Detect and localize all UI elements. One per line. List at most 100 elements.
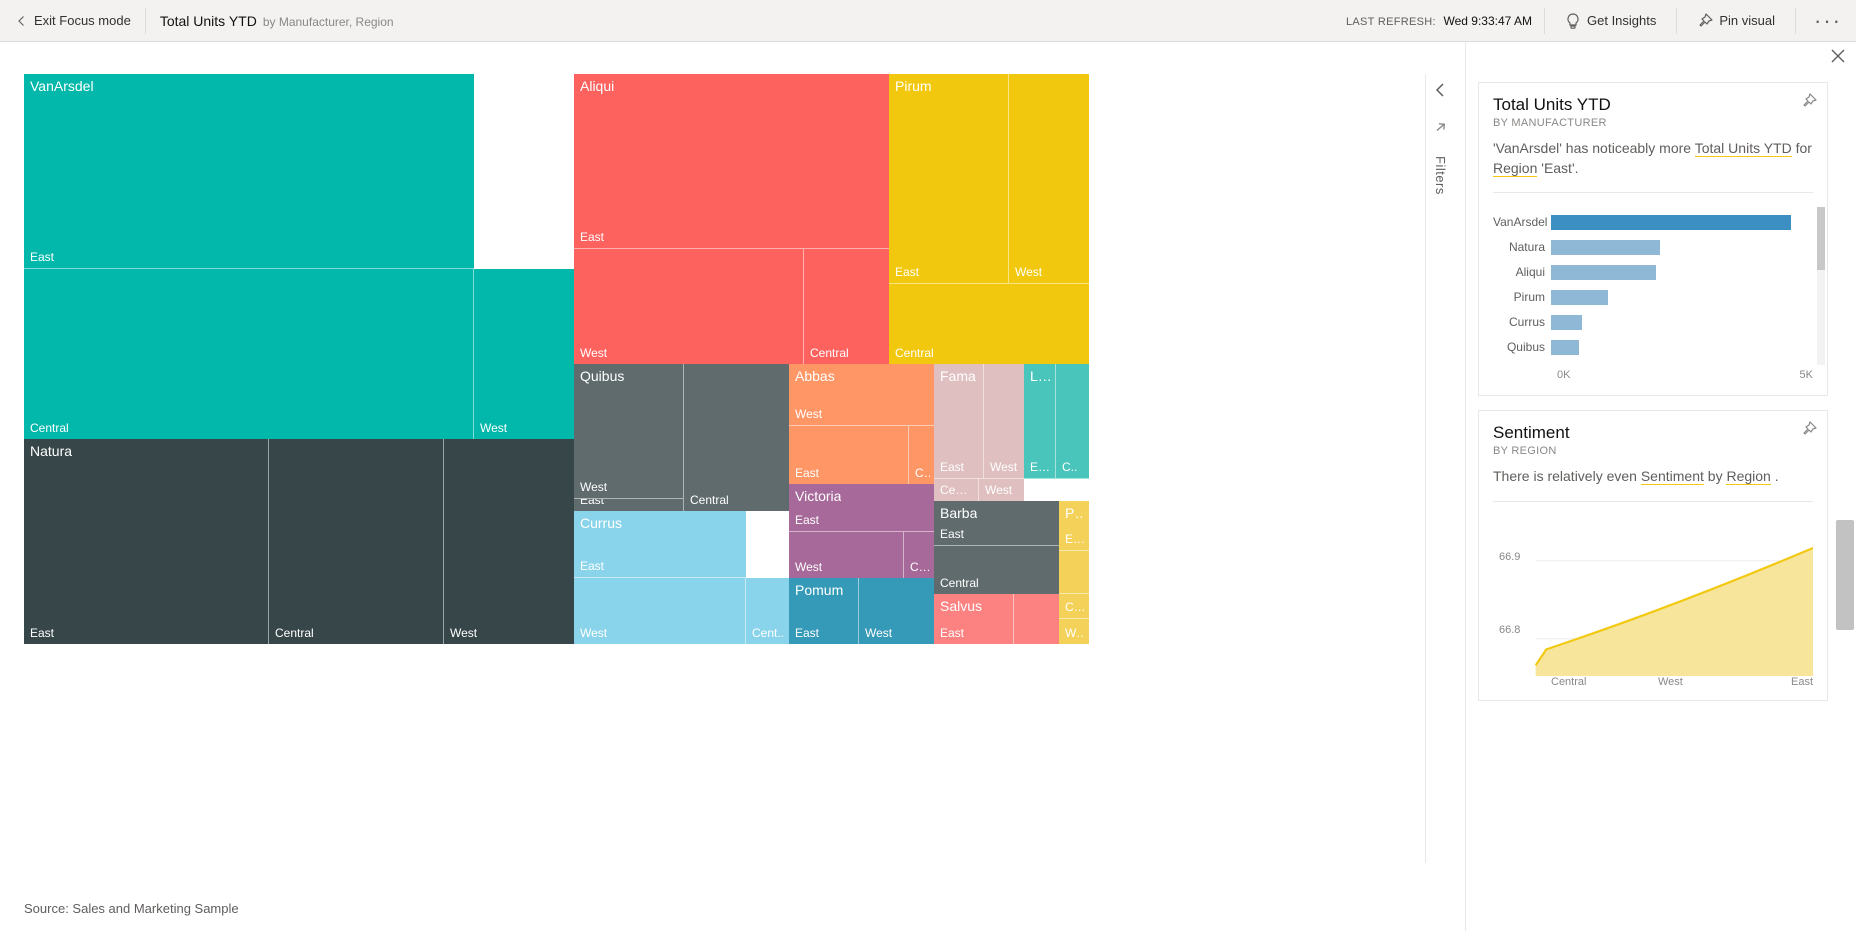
treemap-cell[interactable]: FamaEast — [934, 364, 984, 479]
treemap-cell[interactable]: East — [789, 426, 909, 484]
treemap-cell[interactable]: Cen.. — [1059, 594, 1089, 619]
treemap-visual[interactable]: VanArsdelEastCentralWestNaturaEastCentra… — [24, 74, 1425, 644]
treemap-cell[interactable]: Central — [934, 546, 1059, 594]
more-options-button[interactable]: ··· — [1808, 8, 1848, 34]
cell-region: West — [450, 626, 477, 640]
bar-fill — [1551, 240, 1660, 255]
pin-insight-button[interactable] — [1801, 93, 1817, 112]
pin-icon — [1697, 13, 1713, 29]
treemap-cell[interactable]: West — [859, 578, 934, 644]
cell-region: East — [580, 499, 604, 507]
filters-icon-button[interactable] — [1433, 119, 1449, 138]
cell-region: West — [985, 483, 1012, 497]
treemap-cell[interactable]: West — [984, 364, 1024, 479]
cell-region: East — [30, 626, 54, 640]
treemap-cell[interactable]: QuibusWest — [574, 364, 684, 499]
treemap-cell[interactable]: Cent.. — [904, 532, 934, 578]
treemap-cell[interactable]: Ce.. — [909, 426, 934, 484]
treemap-cell[interactable]: Pal..East — [1059, 501, 1089, 551]
treemap-cell[interactable]: SalvusEast — [934, 594, 1014, 644]
exit-focus-label: Exit Focus mode — [34, 13, 131, 28]
cell-region: Central — [30, 421, 69, 435]
treemap-cell[interactable]: West — [574, 578, 746, 644]
treemap-cell[interactable]: AliquiEast — [574, 74, 889, 249]
insight-card-2[interactable]: Sentiment BY REGION There is relatively … — [1478, 410, 1828, 701]
treemap-cell[interactable]: PomumEast — [789, 578, 859, 644]
insight-title: Total Units YTD — [1493, 95, 1813, 115]
cell-region: East — [795, 513, 819, 527]
visual-subtitle: by Manufacturer, Region — [263, 15, 394, 29]
treemap-cell[interactable]: Central — [684, 364, 789, 511]
divider — [1676, 8, 1677, 34]
insight-card-1[interactable]: Total Units YTD BY MANUFACTURER 'VanArsd… — [1478, 82, 1828, 396]
treemap-cell[interactable]: West — [979, 479, 1024, 501]
treemap-cell[interactable]: Natura East — [24, 439, 269, 644]
cell-region: Cent.. — [752, 626, 784, 640]
pin-visual-button[interactable]: Pin visual — [1689, 0, 1783, 41]
treemap-cell[interactable]: West — [1059, 619, 1089, 644]
treemap-cell[interactable]: CurrusEast — [574, 511, 746, 578]
treemap-cell[interactable] — [1014, 594, 1059, 644]
expand-filters-button[interactable] — [1433, 82, 1449, 101]
insight-barchart[interactable]: VanArsdelNaturaAliquiPirumCurrusQuibus — [1493, 207, 1813, 365]
cell-region: West — [865, 626, 892, 640]
treemap-cell[interactable]: West — [474, 269, 574, 439]
treemap-cell[interactable]: East — [574, 499, 684, 511]
xtick: West — [1658, 676, 1683, 688]
last-refresh-label: LAST REFRESH: — [1346, 16, 1436, 28]
treemap-cell[interactable]: VictoriaEast — [789, 484, 934, 532]
bar-row: Aliqui — [1493, 261, 1813, 283]
cell-region: East — [940, 626, 964, 640]
chart-scrollbar[interactable] — [1817, 207, 1825, 365]
bar-row: Pirum — [1493, 286, 1813, 308]
header-left: Exit Focus mode Total Units YTD by Manuf… — [16, 0, 394, 41]
cell-manufacturer: VanArsdel — [30, 78, 94, 94]
treemap-cell[interactable]: VanArsdelEast — [24, 74, 474, 269]
treemap-cell[interactable]: AbbasWest — [789, 364, 934, 426]
page-title: Total Units YTD by Manufacturer, Region — [160, 13, 394, 29]
treemap-cell[interactable]: BarbaEast — [934, 501, 1059, 546]
cell-manufacturer: Natura — [30, 443, 72, 459]
bar-fill — [1551, 290, 1608, 305]
scrollbar-thumb[interactable] — [1836, 520, 1854, 630]
visual-title: Total Units YTD — [160, 13, 257, 29]
treemap-cell[interactable]: West — [574, 249, 804, 364]
exit-focus-button[interactable]: Exit Focus mode — [16, 13, 131, 28]
insights-panel: Total Units YTD BY MANUFACTURER 'VanArsd… — [1466, 42, 1856, 931]
treemap-cell[interactable]: Central — [24, 269, 474, 439]
get-insights-button[interactable]: Get Insights — [1557, 0, 1664, 41]
divider — [1493, 501, 1813, 502]
treemap-cell[interactable]: Cent.. — [746, 578, 789, 644]
header-right: LAST REFRESH: Wed 9:33:47 AM Get Insight… — [1346, 0, 1848, 41]
focus-header: Exit Focus mode Total Units YTD by Manuf… — [0, 0, 1856, 42]
treemap-cell[interactable]: Leo East — [1024, 364, 1056, 479]
cell-region: East — [580, 230, 604, 244]
insight-subtitle: BY REGION — [1493, 445, 1813, 457]
treemap-cell[interactable]: C.. — [1056, 364, 1089, 479]
treemap-cell[interactable]: Central — [889, 284, 1089, 364]
treemap-cell[interactable]: Central — [804, 249, 889, 364]
treemap-cell[interactable] — [1059, 551, 1089, 594]
pin-icon — [1801, 421, 1817, 437]
cell-region: West — [580, 346, 607, 360]
cell-region: West — [795, 407, 822, 421]
bar-label: Natura — [1493, 240, 1551, 254]
cell-manufacturer: Fama — [940, 368, 976, 384]
treemap-cell[interactable]: PirumEast — [889, 74, 1009, 284]
cell-region: West — [480, 421, 507, 435]
cell-region: C.. — [1062, 460, 1077, 474]
close-insights-button[interactable] — [1830, 48, 1846, 67]
cell-region: Central — [940, 576, 979, 590]
cell-region: East — [1030, 460, 1051, 474]
insight-areachart[interactable]: 66.9 66.8 Central West East — [1493, 516, 1813, 686]
cell-region: East — [795, 466, 819, 480]
treemap-cell[interactable]: West — [789, 532, 904, 578]
treemap-cell[interactable]: West — [1009, 74, 1089, 284]
treemap-cell[interactable]: Central — [269, 439, 444, 644]
cell-manufacturer: Leo — [1030, 368, 1051, 384]
ytick: 66.9 — [1499, 551, 1520, 563]
treemap-cell[interactable]: West — [444, 439, 574, 644]
treemap-cell[interactable]: Central — [934, 479, 979, 501]
close-icon — [1830, 48, 1846, 64]
pin-insight-button[interactable] — [1801, 421, 1817, 440]
